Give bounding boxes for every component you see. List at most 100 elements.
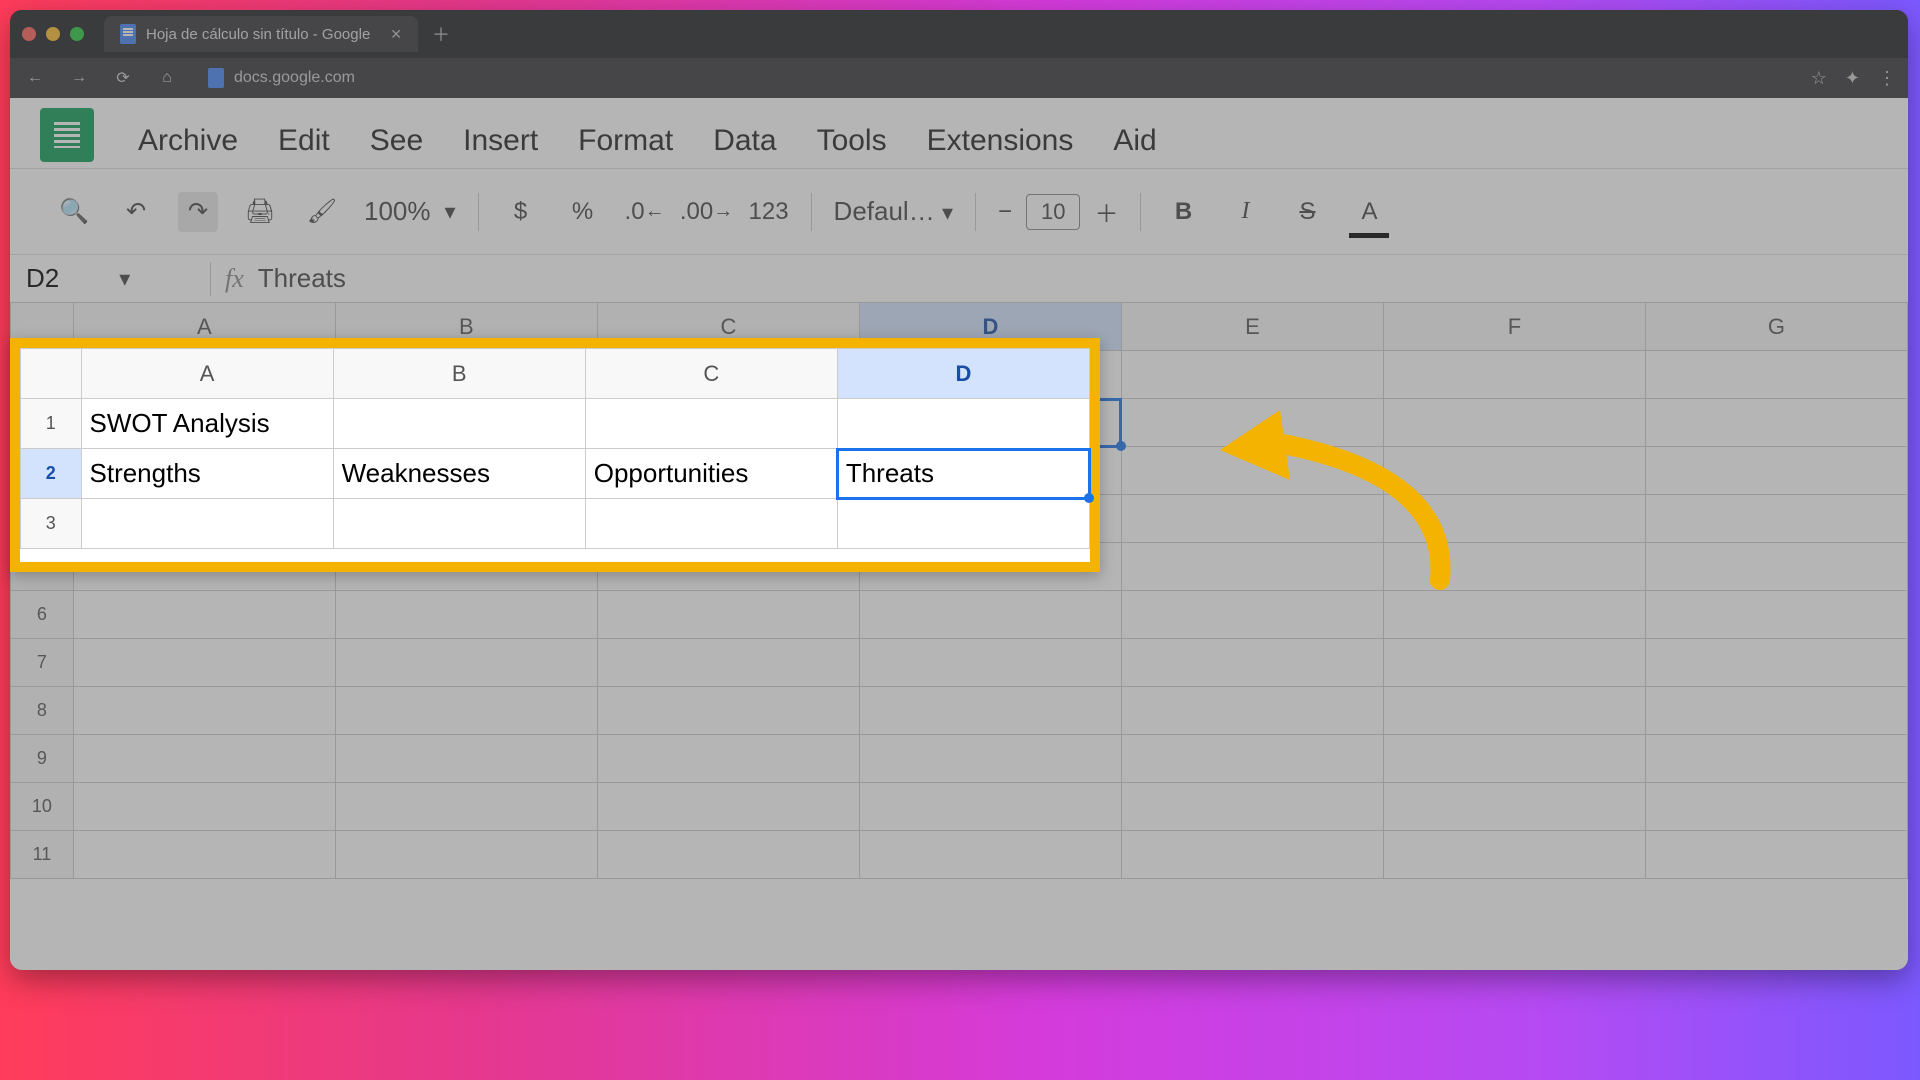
- cell-G1[interactable]: [1645, 351, 1907, 399]
- cell-D8[interactable]: [859, 687, 1121, 735]
- menu-format[interactable]: Format: [578, 124, 673, 158]
- row-header-6[interactable]: 6: [11, 591, 74, 639]
- cell-E11[interactable]: [1121, 831, 1383, 879]
- cell-E2[interactable]: [1121, 399, 1383, 447]
- column-header-A[interactable]: A: [81, 349, 333, 399]
- row-header-10[interactable]: 10: [11, 783, 74, 831]
- font-family-dropdown[interactable]: Defaul… ▾: [834, 196, 953, 227]
- browser-tab[interactable]: Hoja de cálculo sin título - Google ✕: [104, 16, 418, 52]
- url-field[interactable]: docs.google.com: [198, 68, 1793, 88]
- menu-extensions[interactable]: Extensions: [927, 124, 1074, 158]
- nav-reload-button[interactable]: ⟳: [110, 65, 136, 91]
- cell-G5[interactable]: [1645, 543, 1907, 591]
- cell-B2[interactable]: Weaknesses: [333, 449, 585, 499]
- cell-B7[interactable]: [335, 639, 597, 687]
- cell-C7[interactable]: [597, 639, 859, 687]
- cell-A10[interactable]: [73, 783, 335, 831]
- formula-bar-input[interactable]: Threats: [258, 263, 346, 294]
- column-header-C[interactable]: C: [585, 349, 837, 399]
- cell-A2[interactable]: Strengths: [81, 449, 333, 499]
- font-size-increase-button[interactable]: ＋: [1094, 194, 1118, 229]
- cell-G2[interactable]: [1645, 399, 1907, 447]
- text-color-button[interactable]: A: [1349, 192, 1389, 232]
- row-header-8[interactable]: 8: [11, 687, 74, 735]
- menu-tools[interactable]: Tools: [817, 124, 887, 158]
- cell-F4[interactable]: [1383, 495, 1645, 543]
- cell-F2[interactable]: [1383, 399, 1645, 447]
- cell-E10[interactable]: [1121, 783, 1383, 831]
- increase-decimal-button[interactable]: .00→: [687, 192, 727, 232]
- sheets-logo-icon[interactable]: [40, 108, 94, 162]
- cell-F3[interactable]: [1383, 447, 1645, 495]
- cell-D2[interactable]: Threats: [837, 449, 1089, 499]
- cell-F11[interactable]: [1383, 831, 1645, 879]
- nav-home-button[interactable]: ⌂: [154, 65, 180, 91]
- menu-insert[interactable]: Insert: [463, 124, 538, 158]
- browser-menu-icon[interactable]: ⋮: [1878, 68, 1896, 89]
- cell-B1[interactable]: [333, 399, 585, 449]
- cell-G10[interactable]: [1645, 783, 1907, 831]
- extensions-icon[interactable]: ✦: [1845, 68, 1860, 89]
- cell-C2[interactable]: Opportunities: [585, 449, 837, 499]
- column-header-E[interactable]: E: [1121, 303, 1383, 351]
- cell-F8[interactable]: [1383, 687, 1645, 735]
- cell-E4[interactable]: [1121, 495, 1383, 543]
- menu-archive[interactable]: Archive: [138, 124, 238, 158]
- cell-E1[interactable]: [1121, 351, 1383, 399]
- cell-A3[interactable]: [81, 499, 333, 549]
- nav-forward-button[interactable]: →: [66, 65, 92, 91]
- row-header-11[interactable]: 11: [11, 831, 74, 879]
- italic-button[interactable]: I: [1225, 192, 1265, 232]
- cell-D7[interactable]: [859, 639, 1121, 687]
- window-minimize-icon[interactable]: [46, 27, 60, 41]
- cell-E9[interactable]: [1121, 735, 1383, 783]
- cell-D3[interactable]: [837, 499, 1089, 549]
- cell-G6[interactable]: [1645, 591, 1907, 639]
- zoom-dropdown[interactable]: 100%▾: [364, 196, 456, 227]
- cell-A1[interactable]: SWOT Analysis: [81, 399, 333, 449]
- cell-F5[interactable]: [1383, 543, 1645, 591]
- cell-B6[interactable]: [335, 591, 597, 639]
- bookmark-icon[interactable]: ☆: [1811, 68, 1827, 89]
- cell-G4[interactable]: [1645, 495, 1907, 543]
- strikethrough-button[interactable]: S: [1287, 192, 1327, 232]
- search-icon[interactable]: 🔍: [54, 192, 94, 232]
- cell-G11[interactable]: [1645, 831, 1907, 879]
- row-header-2[interactable]: 2: [21, 449, 82, 499]
- cell-E6[interactable]: [1121, 591, 1383, 639]
- print-button[interactable]: 🖨: [240, 192, 280, 232]
- cell-F10[interactable]: [1383, 783, 1645, 831]
- cell-B8[interactable]: [335, 687, 597, 735]
- decrease-decimal-button[interactable]: .0←: [625, 192, 665, 232]
- redo-button[interactable]: ↷: [178, 192, 218, 232]
- format-currency-button[interactable]: $: [501, 192, 541, 232]
- cell-E7[interactable]: [1121, 639, 1383, 687]
- cell-E5[interactable]: [1121, 543, 1383, 591]
- cell-D10[interactable]: [859, 783, 1121, 831]
- row-header-3[interactable]: 3: [21, 499, 82, 549]
- cell-G3[interactable]: [1645, 447, 1907, 495]
- cell-B3[interactable]: [333, 499, 585, 549]
- undo-button[interactable]: ↶: [116, 192, 156, 232]
- cell-G7[interactable]: [1645, 639, 1907, 687]
- font-size-decrease-button[interactable]: −: [998, 198, 1012, 226]
- tab-close-icon[interactable]: ✕: [390, 26, 402, 43]
- column-header-B[interactable]: B: [333, 349, 585, 399]
- cell-G8[interactable]: [1645, 687, 1907, 735]
- name-box[interactable]: D2 ▾: [16, 263, 196, 294]
- cell-C6[interactable]: [597, 591, 859, 639]
- new-tab-button[interactable]: ＋: [432, 21, 450, 47]
- column-header-D[interactable]: D: [837, 349, 1089, 399]
- cell-B10[interactable]: [335, 783, 597, 831]
- cell-E3[interactable]: [1121, 447, 1383, 495]
- cell-A9[interactable]: [73, 735, 335, 783]
- column-header-F[interactable]: F: [1383, 303, 1645, 351]
- select-all-cell[interactable]: [21, 349, 82, 399]
- column-header-G[interactable]: G: [1645, 303, 1907, 351]
- menu-edit[interactable]: Edit: [278, 124, 330, 158]
- cell-A11[interactable]: [73, 831, 335, 879]
- cell-C8[interactable]: [597, 687, 859, 735]
- menu-aid[interactable]: Aid: [1113, 124, 1156, 158]
- bold-button[interactable]: B: [1163, 192, 1203, 232]
- cell-A7[interactable]: [73, 639, 335, 687]
